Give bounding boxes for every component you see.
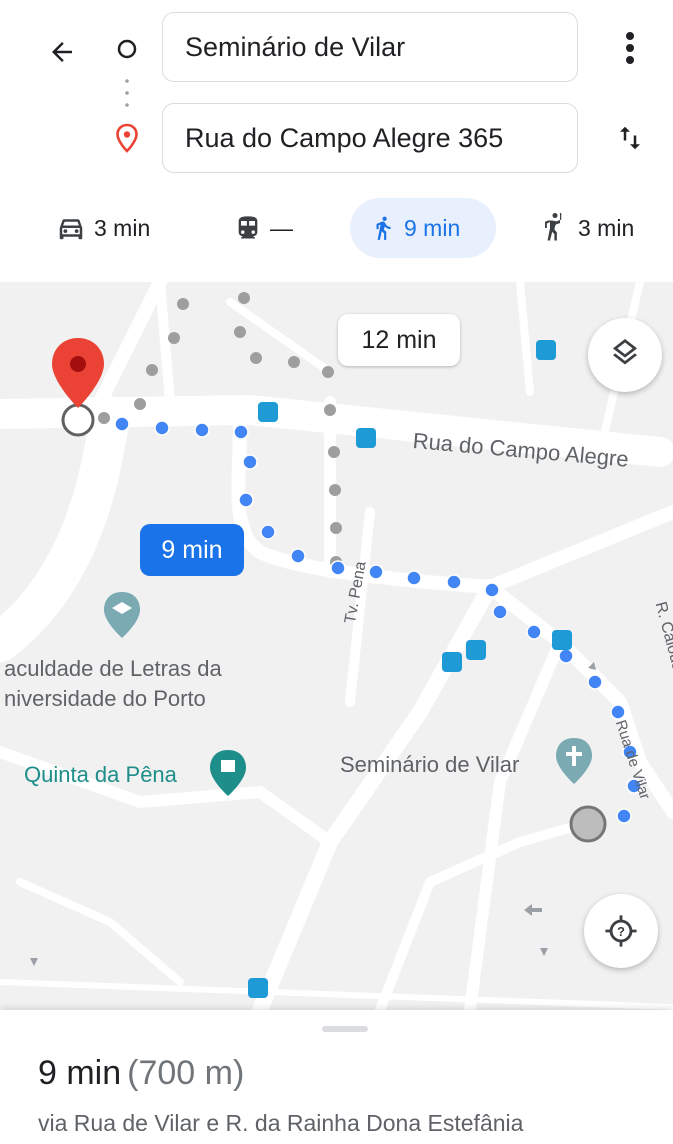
my-location-button[interactable]: ? (584, 894, 658, 968)
selected-route-time: 9 min (161, 535, 223, 564)
swap-vert-icon (620, 126, 640, 150)
my-location-unknown-icon: ? (605, 915, 637, 947)
seminario-place-marker (556, 738, 592, 784)
route-via: via Rua de Vilar e R. da Rainha Dona Est… (38, 1110, 524, 1136)
place-label-quinta: Quinta da Pêna (24, 762, 177, 787)
faculty-place-marker (104, 592, 140, 638)
back-arrow-icon (52, 42, 72, 62)
route-summary: 9 min (700 m) (38, 1054, 244, 1093)
route-summary-sheet[interactable]: 9 min (700 m) via Rua de Vilar e R. da Ra… (0, 1010, 673, 1144)
origin-text: Seminário de Vilar (185, 31, 406, 62)
origin-circle-icon (114, 36, 140, 62)
swap-button[interactable] (608, 116, 652, 160)
place-label-faculty: aculdade de Letras da niversidade do Por… (4, 654, 222, 714)
alternate-route-time: 12 min (361, 325, 437, 354)
ride-hail-icon (545, 213, 562, 241)
walking-time: 9 min (404, 214, 461, 241)
route-connector-dots (124, 76, 130, 116)
tab-walking[interactable]: 9 min (350, 198, 496, 258)
destination-ring (61, 403, 95, 437)
svg-text:?: ? (617, 924, 625, 939)
origin-marker (569, 805, 607, 843)
more-options-button[interactable] (608, 26, 652, 70)
layers-icon (613, 339, 637, 365)
tab-transit[interactable]: — (234, 198, 293, 258)
faculty-line2: niversidade do Porto (4, 686, 206, 711)
transit-time: — (270, 214, 293, 241)
more-vert-icon (626, 32, 634, 64)
map-view[interactable]: 12 min 9 min Rua do Campo Alegre Tv. Pen… (0, 282, 673, 1010)
directions-header: Seminário de Vilar Rua do Campo Alegre 3… (0, 0, 673, 282)
origin-field[interactable]: Seminário de Vilar (162, 12, 578, 82)
selected-route-time-callout[interactable]: 9 min (140, 524, 244, 576)
route-distance: (700 m) (127, 1054, 245, 1092)
route-time: 9 min (38, 1054, 122, 1092)
train-icon (238, 216, 258, 239)
destination-field[interactable]: Rua do Campo Alegre 365 (162, 103, 578, 173)
ride-hail-time: 3 min (578, 214, 635, 241)
back-button[interactable] (40, 30, 84, 74)
map-base (0, 282, 673, 1010)
layers-button[interactable] (588, 318, 662, 392)
tab-ride-hail[interactable]: 3 min (540, 198, 634, 258)
destination-pin-icon (113, 122, 141, 154)
tab-driving[interactable]: 3 min (56, 198, 150, 258)
place-label-seminario: Seminário de Vilar (340, 752, 520, 777)
drag-handle[interactable] (322, 1026, 368, 1032)
destination-text: Rua do Campo Alegre 365 (185, 122, 504, 153)
travel-mode-tabs: 3 min — 9 min 3 min (0, 198, 673, 258)
walk-icon (376, 216, 391, 240)
alternate-route-time-callout[interactable]: 12 min (338, 314, 460, 366)
car-icon (59, 219, 83, 240)
driving-time: 3 min (94, 214, 151, 241)
faculty-line1: aculdade de Letras da (4, 656, 222, 681)
